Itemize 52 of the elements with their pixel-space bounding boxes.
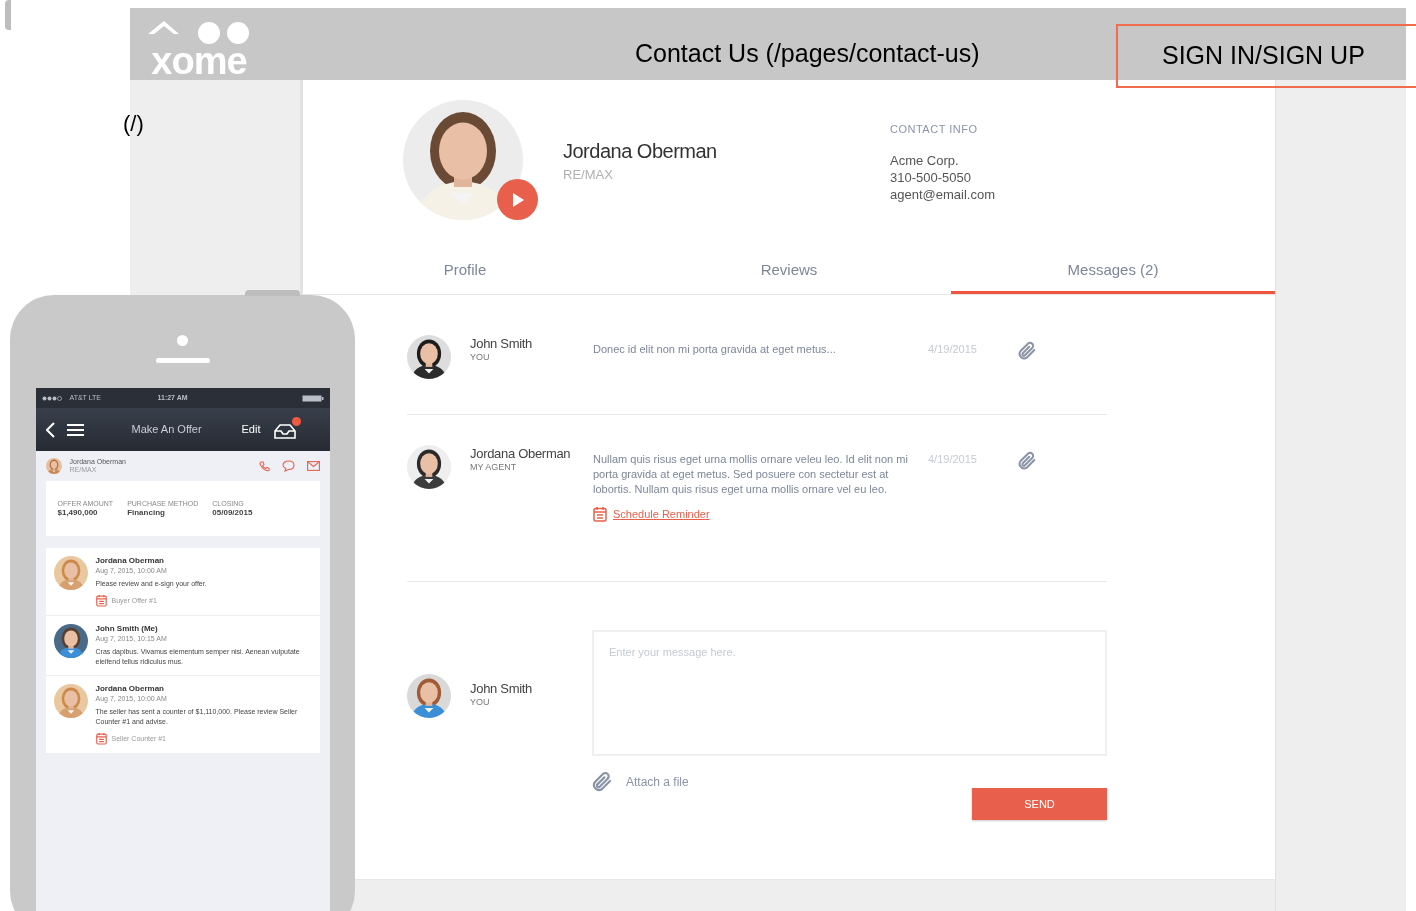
chat-icon[interactable] — [281, 460, 295, 472]
tab[interactable]: Reviews — [627, 250, 951, 294]
message-text: Nullam quis risus eget urna mollis ornare veleu leo. Id elit non mi porta gravida at eget metus. Sed posuere con sectetur est at lobortis. Nullam quis risus eget urna mollis ornare vel eu leo. — [593, 452, 909, 497]
section-label: CONTACT INFO — [890, 122, 979, 136]
home-link[interactable]: (/) — [123, 110, 144, 138]
sender-name: Jordana Oberman — [470, 446, 572, 462]
brokerage-name: RE/MAX — [563, 166, 614, 184]
mail-icon[interactable] — [306, 461, 320, 471]
message-date: 4/19/2015 — [928, 342, 978, 357]
inbox-button[interactable] — [274, 419, 299, 440]
back-icon[interactable] — [45, 421, 55, 438]
schedule-reminder-link[interactable]: Schedule Reminder — [613, 506, 710, 523]
contact-line: Acme Corp. — [890, 152, 960, 169]
send-button[interactable]: SEND — [972, 788, 1107, 820]
attach-file-link[interactable]: Attach a file — [626, 773, 689, 791]
sender-role: YOU — [470, 697, 491, 708]
menu-icon[interactable] — [66, 423, 84, 436]
summary-value: Financing — [127, 508, 166, 518]
message-date: 4/19/2015 — [928, 452, 978, 467]
calendar-icon — [593, 506, 607, 523]
contact-line: agent@email.com — [890, 186, 995, 203]
inbox-icon — [274, 422, 297, 439]
contact-line: 310-500-5050 — [890, 169, 972, 186]
nav-link[interactable]: Contact Us (/pages/contact-us) — [635, 38, 980, 68]
agent-name: Jordana Oberman — [563, 139, 718, 164]
sender-name: Jordana Oberman — [95, 556, 165, 566]
calendar-icon — [95, 732, 107, 745]
message-text: Donec id elit non mi porta gravida at eget metus... — [593, 342, 837, 357]
paperclip-icon[interactable] — [1016, 450, 1038, 472]
sender-role: MY AGENT — [470, 462, 518, 473]
edit-button[interactable]: Edit — [241, 421, 261, 438]
summary-value: 05/09/2015 — [212, 508, 253, 518]
phone-icon[interactable] — [258, 460, 270, 472]
tab[interactable]: Profile — [303, 250, 627, 294]
play-button[interactable] — [497, 179, 538, 220]
message-field[interactable]: Enter your message here. — [592, 630, 1107, 756]
summary-value: $1,490,000 — [57, 508, 99, 518]
battery-icon — [301, 394, 324, 402]
sender-name: Jordana Oberman — [95, 684, 165, 694]
paperclip-icon[interactable] — [1016, 340, 1038, 362]
calendar-icon — [95, 594, 107, 607]
paperclip-icon[interactable] — [590, 770, 614, 794]
sender-name: John Smith — [470, 336, 534, 352]
speaker-grille — [155, 358, 210, 363]
sign-in-link[interactable]: SIGN IN/SIGN UP — [1116, 24, 1416, 88]
signal-icon — [41, 395, 64, 401]
screen-title: Make An Offer — [131, 422, 203, 438]
sender-role: YOU — [470, 352, 491, 363]
logo-text: xome — [151, 46, 247, 76]
logo-icon — [146, 20, 252, 46]
sender-name: John Smith (Me) — [95, 624, 159, 634]
sender-name: John Smith — [470, 681, 534, 697]
